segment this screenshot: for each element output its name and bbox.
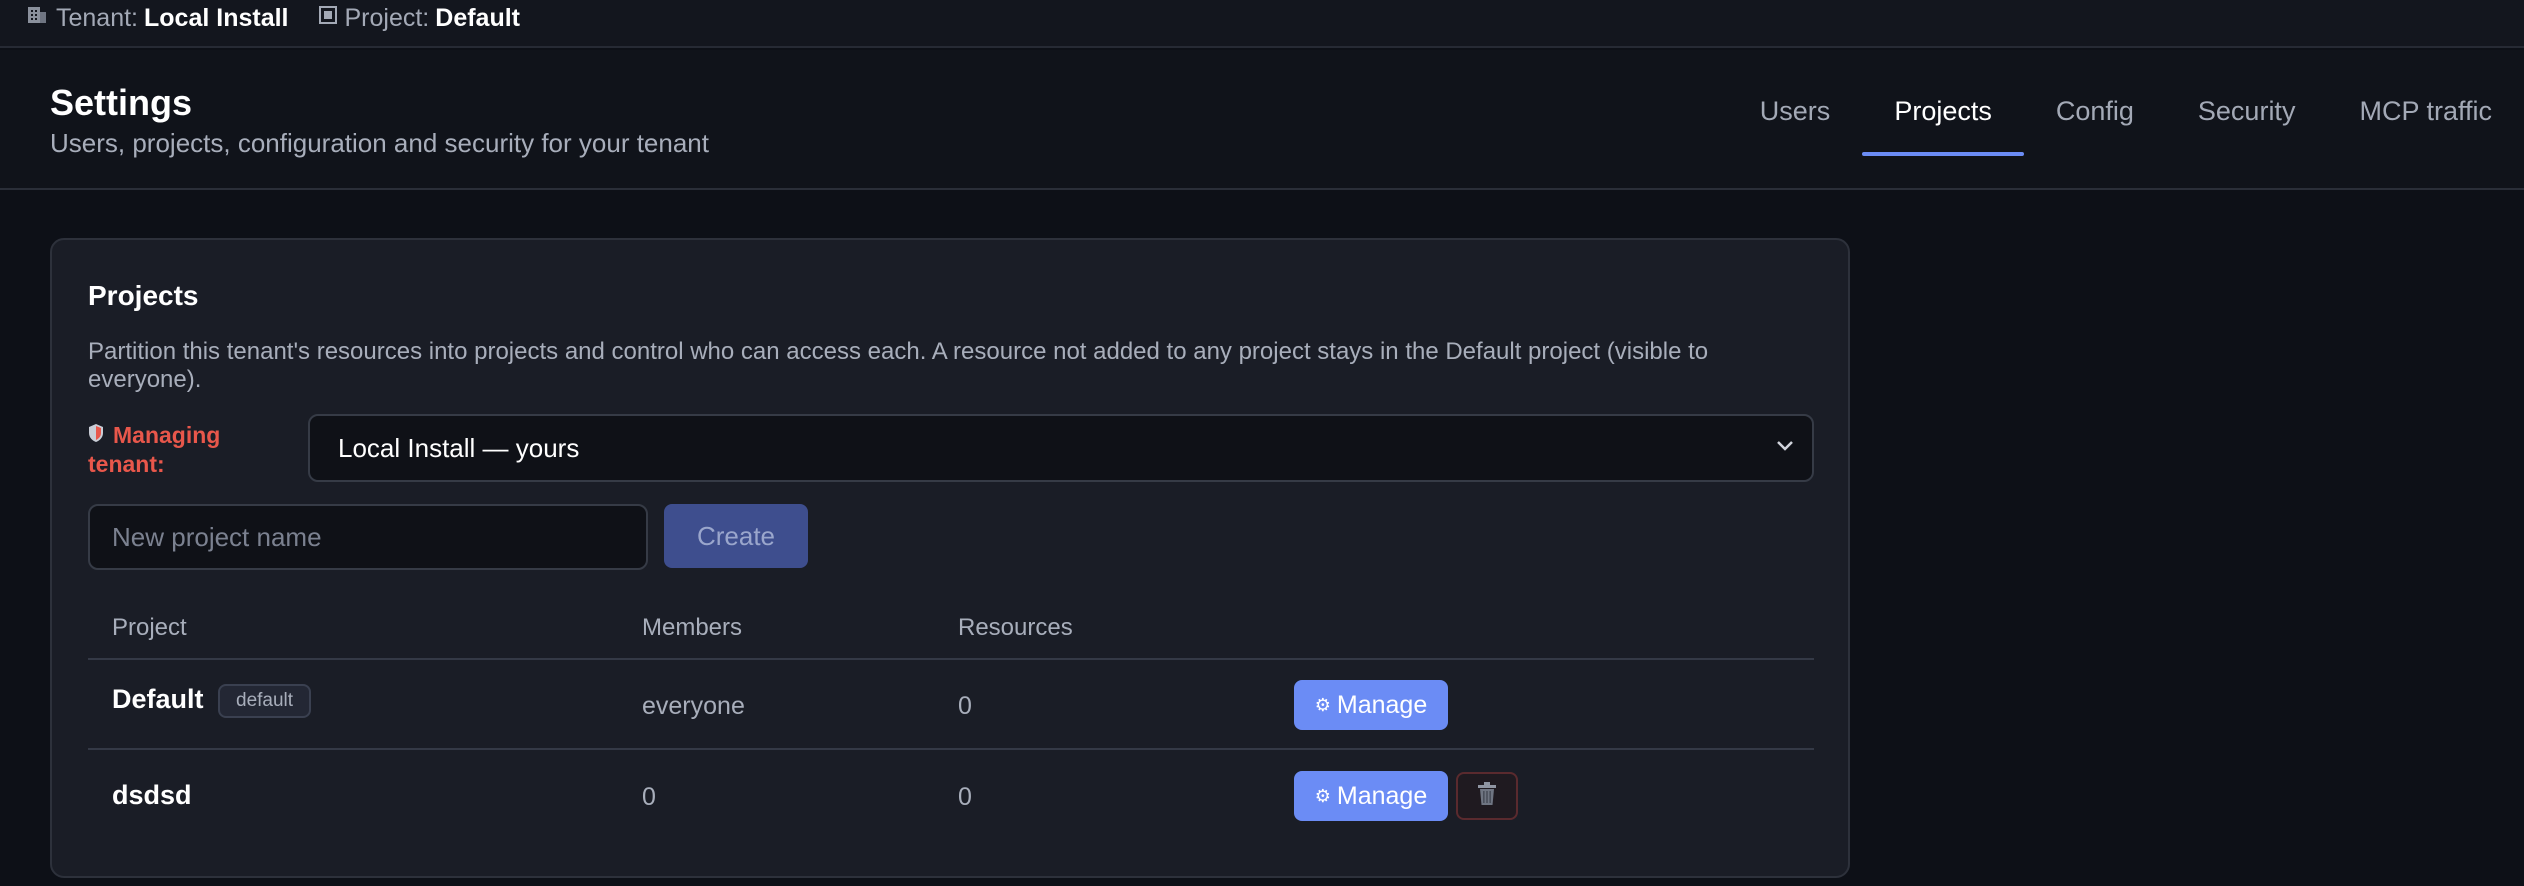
trash-icon <box>1477 781 1497 811</box>
page-subtitle: Users, projects, configuration and secur… <box>50 128 709 158</box>
building-icon <box>26 5 48 31</box>
shield-icon <box>88 424 109 447</box>
tab-users[interactable]: Users <box>1728 50 1863 190</box>
chevron-down-icon <box>1774 434 1796 462</box>
column-header-resources: Resources <box>958 614 1073 641</box>
new-project-input[interactable] <box>88 504 648 570</box>
table-divider <box>88 658 1814 660</box>
table-divider <box>88 748 1814 750</box>
tenant-select-value: Local Install — yours <box>338 432 580 463</box>
project-value: Default <box>435 3 520 32</box>
manage-button[interactable]: ⚙ Manage <box>1294 771 1448 821</box>
tenant-value: Local Install <box>144 3 289 32</box>
column-header-members: Members <box>642 614 743 641</box>
tab-projects[interactable]: Projects <box>1862 50 2024 190</box>
managing-tenant-label: Managing tenant: <box>88 422 248 478</box>
project-members: 0 <box>642 783 656 811</box>
project-name: Default <box>112 684 204 714</box>
tab-config[interactable]: Config <box>2024 50 2166 190</box>
gear-icon: ⚙ <box>1314 694 1331 715</box>
tenant-indicator: Tenant: Local Install <box>26 4 289 33</box>
projects-card: Projects Partition this tenant's resourc… <box>50 238 1850 878</box>
gear-icon: ⚙ <box>1314 785 1331 806</box>
project-label: Project: <box>344 3 430 32</box>
project-indicator: Project: Default <box>318 3 520 33</box>
delete-project-button[interactable] <box>1456 772 1518 820</box>
settings-header: Settings Users, projects, configuration … <box>0 50 2524 190</box>
column-header-project: Project <box>112 614 187 641</box>
tenant-bar: Tenant: Local Install Project: Default <box>0 0 2524 48</box>
manage-label: Manage <box>1336 781 1428 810</box>
create-button[interactable]: Create <box>664 504 808 568</box>
tenant-select[interactable]: Local Install — yours <box>308 414 1814 482</box>
card-description: Partition this tenant's resources into p… <box>88 338 1709 393</box>
page-title: Settings <box>50 82 193 123</box>
project-resources: 0 <box>958 692 972 720</box>
manage-button[interactable]: ⚙ Manage <box>1294 680 1448 730</box>
manage-label: Manage <box>1336 690 1428 719</box>
project-members: everyone <box>642 692 745 720</box>
settings-tabs: Users Projects Config Security MCP traff… <box>1728 50 2524 190</box>
tenant-label: Tenant: <box>56 3 139 32</box>
square-icon <box>318 6 337 30</box>
card-title: Projects <box>88 280 199 311</box>
tab-security[interactable]: Security <box>2166 50 2328 190</box>
project-name: dsdsd <box>112 780 192 810</box>
default-badge: default <box>218 684 312 718</box>
project-resources: 0 <box>958 783 972 811</box>
tab-mcp-traffic[interactable]: MCP traffic <box>2327 50 2524 190</box>
